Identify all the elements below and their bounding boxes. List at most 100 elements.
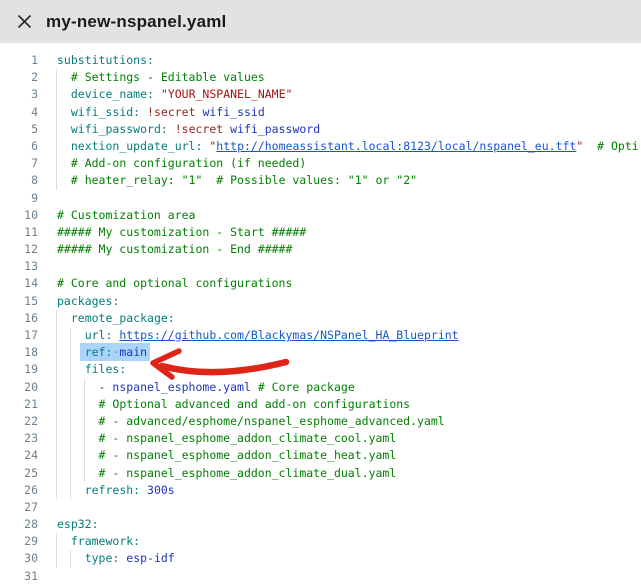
code-line[interactable]: 14# Core and optional configurations xyxy=(0,275,641,292)
close-icon xyxy=(17,14,32,29)
code-token: files: xyxy=(85,362,127,376)
indent-guide xyxy=(70,361,71,378)
line-number: 11 xyxy=(0,224,38,241)
code-line[interactable]: 20 - nspanel_esphome.yaml # Core package xyxy=(0,379,641,396)
code-line[interactable]: 8 # heater_relay: "1" # Possible values:… xyxy=(0,172,641,189)
code-text: # - advanced/esphome/nspanel_esphome_adv… xyxy=(57,413,641,430)
code-token: esp-idf xyxy=(126,551,174,565)
code-line[interactable]: 18 ref:·main xyxy=(0,344,641,361)
code-token xyxy=(140,105,147,119)
code-text: # - nspanel_esphome_addon_climate_cool.y… xyxy=(57,430,641,447)
line-number: 7 xyxy=(0,155,38,172)
code-line[interactable]: 16 remote_package: xyxy=(0,310,641,327)
code-line[interactable]: 2 # Settings - Editable values xyxy=(0,69,641,86)
close-button[interactable] xyxy=(15,12,34,31)
code-line[interactable]: 26 refresh: 300s xyxy=(0,482,641,499)
line-number: 15 xyxy=(0,293,38,310)
code-token: ##### My customization - Start ##### xyxy=(57,225,306,239)
line-number: 19 xyxy=(0,361,38,378)
code-line[interactable]: 21 # Optional advanced and add-on config… xyxy=(0,396,641,413)
code-line[interactable]: 3 device_name: "YOUR_NSPANEL_NAME" xyxy=(0,86,641,103)
code-line[interactable]: 23 # - nspanel_esphome_addon_climate_coo… xyxy=(0,430,641,447)
code-text: files: xyxy=(57,361,641,378)
code-token xyxy=(140,483,147,497)
code-token: refresh: xyxy=(85,483,140,497)
code-line[interactable]: 7 # Add-on configuration (if needed) xyxy=(0,155,641,172)
indent-guide xyxy=(70,396,71,413)
code-text: # Add-on configuration (if needed) xyxy=(57,155,641,172)
code-editor[interactable]: 1substitutions:2 # Settings - Editable v… xyxy=(0,43,641,585)
indent-guide xyxy=(84,379,85,396)
line-number: 28 xyxy=(0,516,38,533)
line-number: 26 xyxy=(0,482,38,499)
code-link[interactable]: https://github.com/Blackymas/NSPanel_HA_… xyxy=(119,328,458,342)
code-text: refresh: 300s xyxy=(57,482,641,499)
code-line[interactable]: 4 wifi_ssid: !secret wifi_ssid xyxy=(0,104,641,121)
code-line[interactable]: 12##### My customization - End ##### xyxy=(0,241,641,258)
line-number: 5 xyxy=(0,121,38,138)
code-token: # Settings - Editable values xyxy=(71,70,265,84)
code-text: wifi_ssid: !secret wifi_ssid xyxy=(57,104,641,121)
selected-text[interactable]: ref:·main xyxy=(80,343,150,361)
line-number: 27 xyxy=(0,499,38,516)
line-number: 13 xyxy=(0,258,38,275)
code-line[interactable]: 9 xyxy=(0,190,641,207)
code-token xyxy=(57,311,71,325)
indent-guide xyxy=(56,482,57,499)
indent-guide xyxy=(56,155,57,172)
code-line[interactable]: 6 nextion_update_url: "http://homeassist… xyxy=(0,138,641,155)
code-line[interactable]: 17 url: https://github.com/Blackymas/NSP… xyxy=(0,327,641,344)
code-line[interactable]: 5 wifi_password: !secret wifi_password xyxy=(0,121,641,138)
code-line[interactable]: 31 xyxy=(0,568,641,585)
code-line[interactable]: 25 # - nspanel_esphome_addon_climate_dua… xyxy=(0,465,641,482)
code-token: # - nspanel_esphome_addon_climate_dual.y… xyxy=(99,466,397,480)
line-number: 1 xyxy=(0,52,38,69)
line-number: 10 xyxy=(0,207,38,224)
indent-guide xyxy=(56,379,57,396)
code-line[interactable]: 22 # - advanced/esphome/nspanel_esphome_… xyxy=(0,413,641,430)
code-line[interactable]: 15 packages: xyxy=(0,293,641,310)
code-line[interactable]: 10# Customization area xyxy=(0,207,641,224)
indent-guide xyxy=(84,447,85,464)
code-token xyxy=(57,414,99,428)
code-token xyxy=(57,534,71,548)
code-token xyxy=(57,397,99,411)
code-token: # Core and optional configurations xyxy=(57,276,292,290)
code-line[interactable]: 1substitutions: xyxy=(0,52,641,69)
code-token: wifi_ssid: xyxy=(71,105,140,119)
code-text: framework: xyxy=(57,533,641,550)
code-text: remote_package: xyxy=(57,310,641,327)
code-line[interactable]: 29 framework: xyxy=(0,533,641,550)
line-number: 8 xyxy=(0,172,38,189)
indent-guide xyxy=(56,533,57,550)
line-number: 4 xyxy=(0,104,38,121)
code-token: framework: xyxy=(71,534,140,548)
indent-guide xyxy=(70,327,71,344)
indent-guide xyxy=(70,430,71,447)
indent-guide xyxy=(56,465,57,482)
code-text: nextion_update_url: "http://homeassistan… xyxy=(57,138,641,155)
code-line[interactable]: 11 ##### My customization - Start ##### xyxy=(0,224,641,241)
code-link[interactable]: http://homeassistant.local:8123/local/ns… xyxy=(216,139,576,153)
code-token xyxy=(57,122,71,136)
line-number: 16 xyxy=(0,310,38,327)
code-token: # - nspanel_esphome_addon_climate_cool.y… xyxy=(99,431,397,445)
indent-guide xyxy=(70,344,71,361)
code-line[interactable]: 13 xyxy=(0,258,641,275)
indent-guide xyxy=(84,465,85,482)
code-line[interactable]: 27 xyxy=(0,499,641,516)
code-token xyxy=(57,70,71,84)
window-header: my-new-nspanel.yaml xyxy=(0,0,641,43)
code-token: "YOUR_NSPANEL_NAME" xyxy=(161,87,293,101)
code-line[interactable]: 30 type: esp-idf xyxy=(0,550,641,567)
code-token: packages: xyxy=(57,294,119,308)
code-line[interactable]: 28esp32: xyxy=(0,516,641,533)
code-line[interactable]: 24 # - nspanel_esphome_addon_climate_hea… xyxy=(0,447,641,464)
code-text: device_name: "YOUR_NSPANEL_NAME" xyxy=(57,86,641,103)
file-title: my-new-nspanel.yaml xyxy=(46,12,226,32)
line-number: 2 xyxy=(0,69,38,86)
indent-guide xyxy=(56,550,57,567)
code-token: # heater_relay: "1" # Possible values: "… xyxy=(71,173,417,187)
indent-guide xyxy=(56,447,57,464)
code-line[interactable]: 19 files: xyxy=(0,361,641,378)
